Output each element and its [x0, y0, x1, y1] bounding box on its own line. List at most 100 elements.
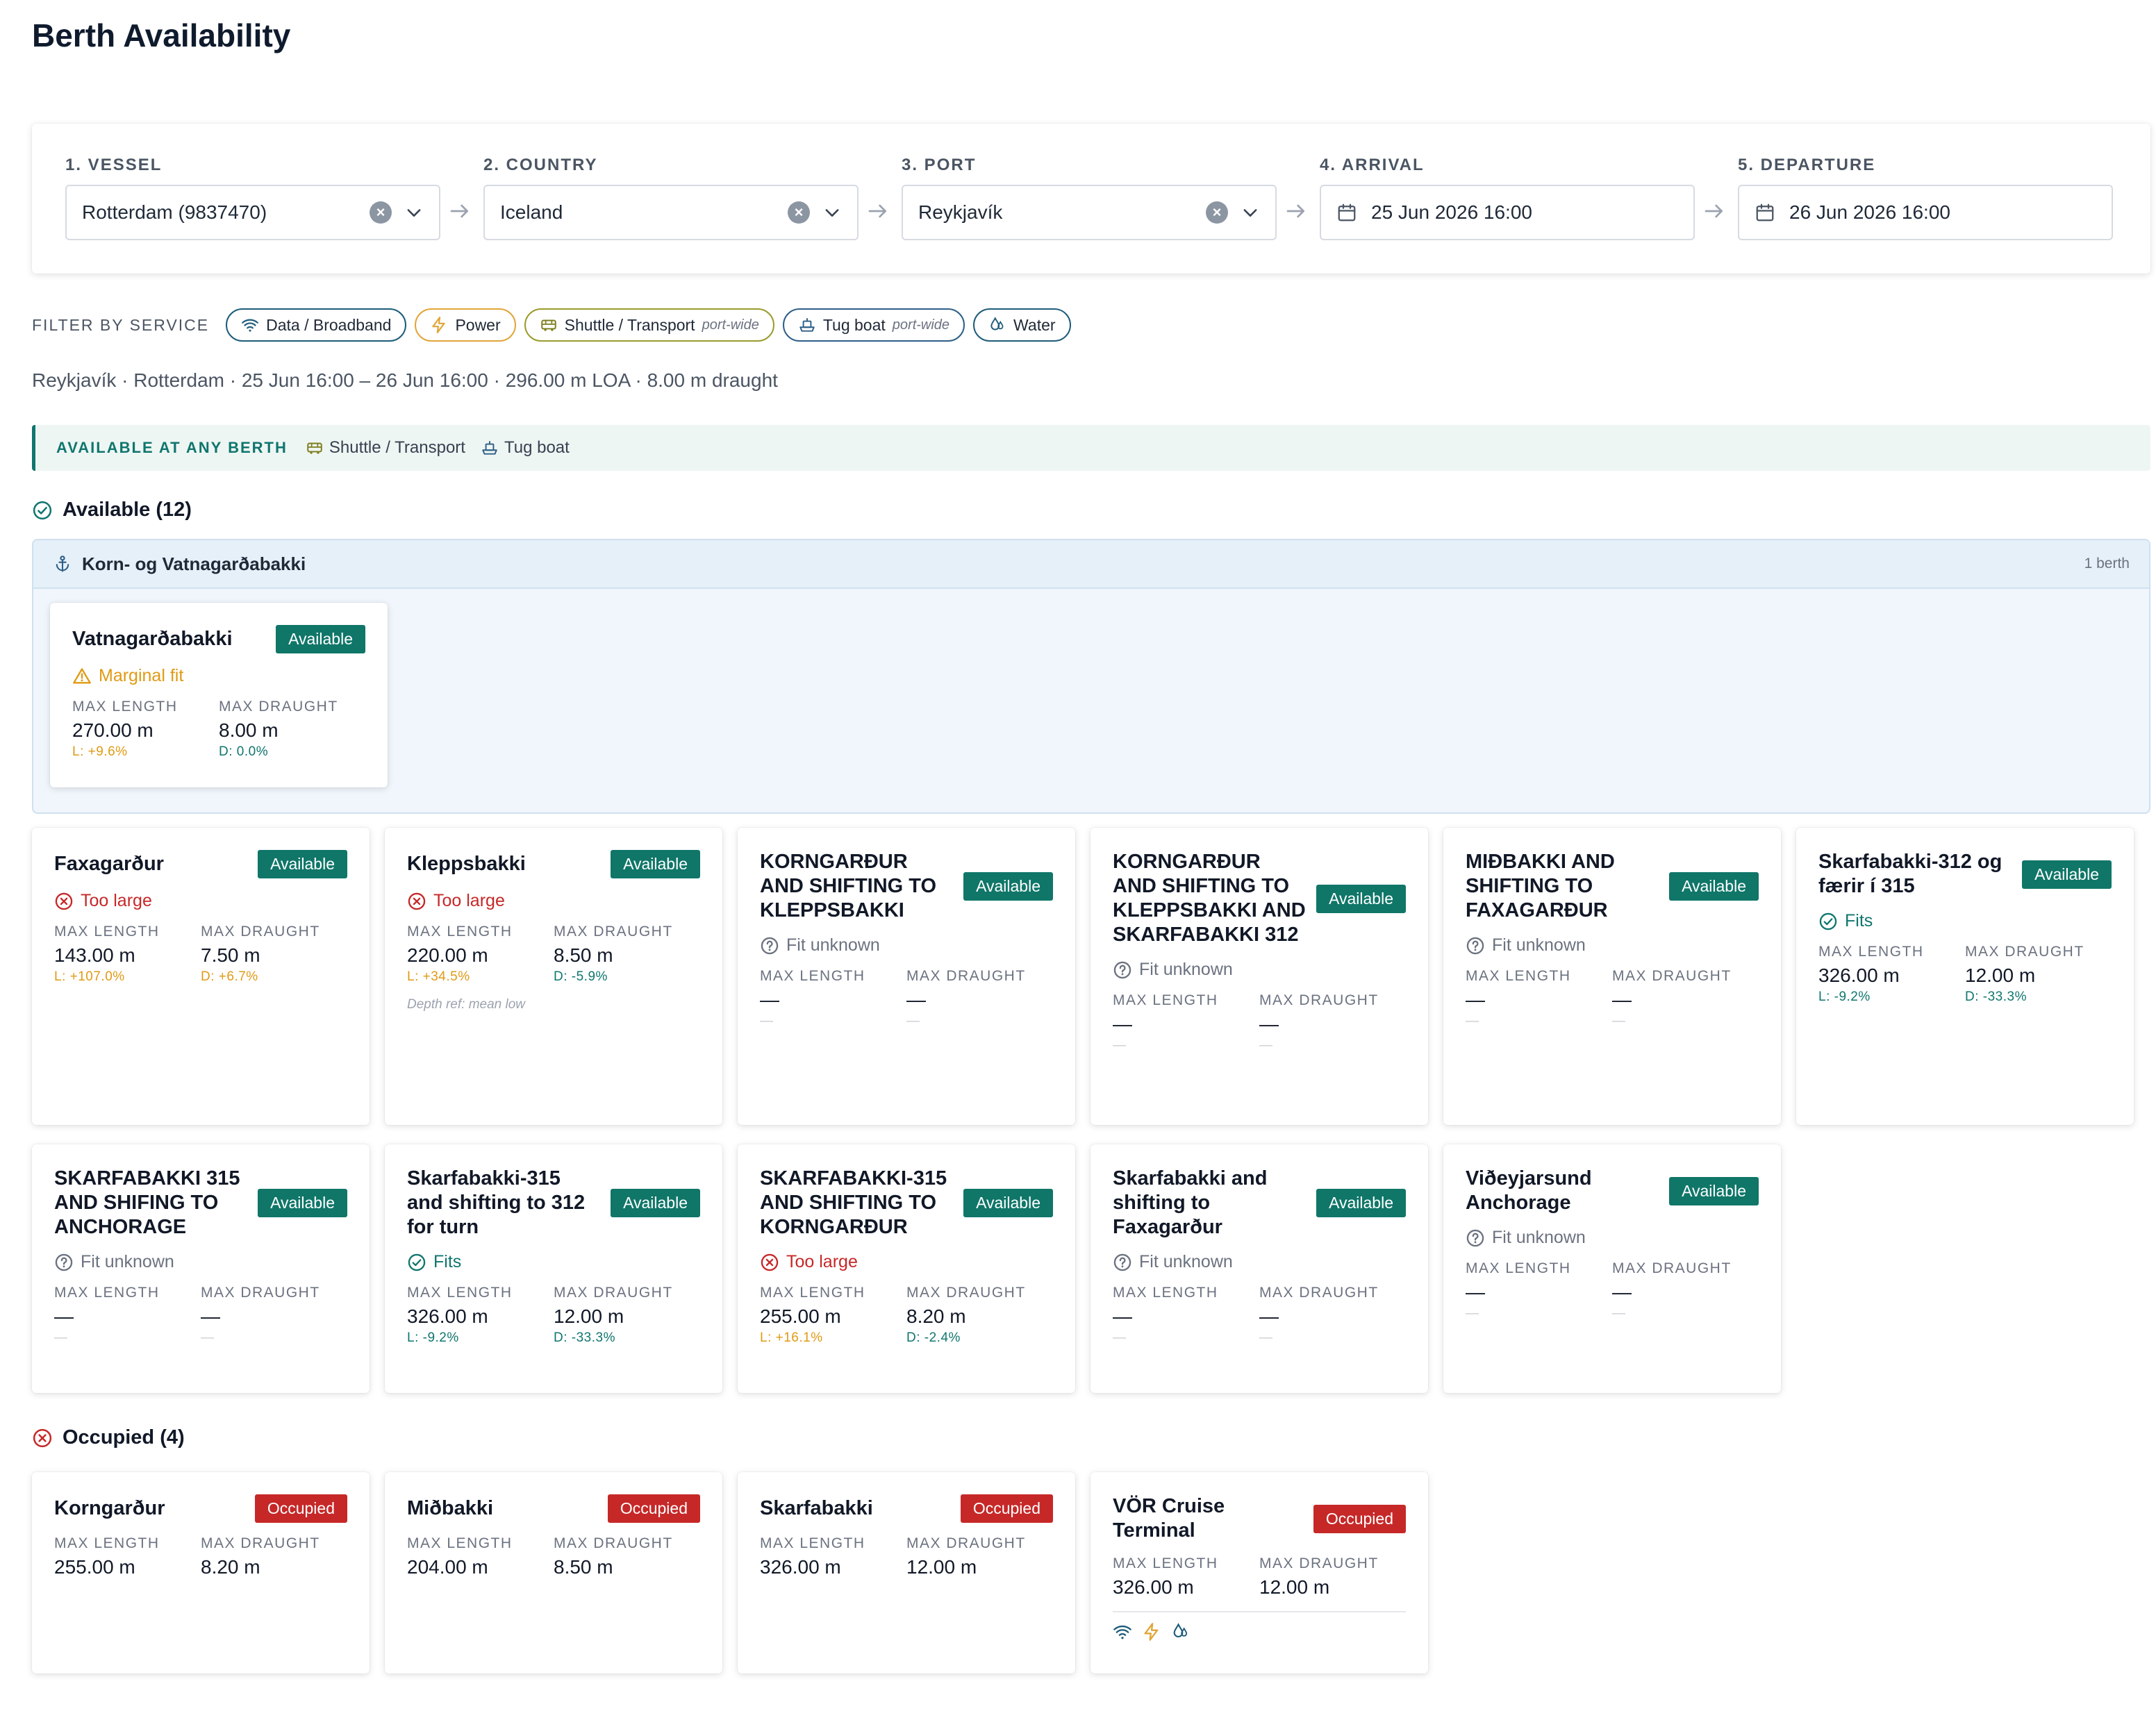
length-delta: L: -9.2% [407, 1330, 459, 1345]
berth-card[interactable]: SKARFABAKKI-315 AND SHIFTING TO KORNGARÐ… [738, 1144, 1075, 1393]
fit-label: Fit unknown [1492, 1228, 1586, 1247]
bus-icon [540, 316, 558, 334]
country-select[interactable]: Iceland × [483, 185, 859, 240]
berth-card[interactable]: Skarfabakki-315 and shifting to 312 for … [385, 1144, 722, 1393]
status-badge: Available [258, 850, 347, 878]
metric-value: 326.00 m [760, 1556, 841, 1578]
arrow-right-icon [867, 200, 889, 222]
draught-delta: — [201, 1330, 215, 1345]
status-badge: Available [1316, 884, 1406, 913]
available-at-any-berth-banner: AVAILABLE AT ANY BERTH Shuttle / Transpo… [32, 425, 2150, 471]
filter-chip-water[interactable]: Water [973, 308, 1071, 342]
warning-icon [72, 667, 92, 686]
occupied-section-heading: Occupied (4) [32, 1426, 185, 1449]
max-draught: MAX DRAUGHT — — [1259, 1285, 1406, 1346]
occupied-berth-card[interactable]: VÖR Cruise Terminal Occupied MAX LENGTH 32… [1091, 1472, 1428, 1674]
max-length: MAX LENGTH — — [54, 1285, 201, 1346]
max-length: MAX LENGTH 255.00 m [54, 1535, 201, 1578]
status-badge: Occupied [254, 1494, 347, 1523]
water-drop-icon [1171, 1622, 1191, 1642]
berth-card[interactable]: Vatnagarðabakki Available Marginal fit MA… [50, 603, 388, 787]
question-circle-icon [760, 936, 779, 955]
metric-label: MAX LENGTH [407, 924, 513, 940]
metric-label: MAX DRAUGHT [1612, 1260, 1732, 1276]
berth-card[interactable]: Skarfabakki and shifting to Faxagarður Av… [1091, 1144, 1428, 1393]
departure-datetime-field[interactable]: 26 Jun 2026 16:00 [1738, 185, 2113, 240]
check-circle-icon [407, 1253, 426, 1272]
metric-label: MAX DRAUGHT [201, 1535, 320, 1551]
metric-value: — [1612, 1281, 1632, 1303]
chevron-down-icon[interactable] [1241, 203, 1260, 222]
x-circle-icon [407, 892, 426, 911]
berth-card[interactable]: MIÐBAKKI AND SHIFTING TO FAXAGARÐUR Avail… [1443, 828, 1781, 1125]
filter-chip-tug-boat[interactable]: Tug boat port-wide [782, 308, 965, 342]
berth-card[interactable]: SKARFABAKKI 315 AND SHIFING TO ANCHORAGE… [32, 1144, 370, 1393]
metric-value: 255.00 m [760, 1305, 841, 1327]
berth-group-header[interactable]: Korn- og Vatnagarðabakki 1 berth [33, 540, 2149, 589]
arrival-label: 4. ARRIVAL [1320, 156, 1425, 174]
berth-card[interactable]: KORNGARÐUR AND SHIFTING TO KLEPPSBAKKI Av… [738, 828, 1075, 1125]
metric-label: MAX LENGTH [760, 968, 865, 984]
occupied-berth-card[interactable]: Miðbakki Occupied MAX LENGTH 204.00 m MAX … [385, 1472, 722, 1674]
check-circle-icon [32, 500, 53, 521]
chevron-down-icon[interactable] [822, 203, 842, 222]
metric-label: MAX LENGTH [54, 924, 160, 940]
berth-card[interactable]: Faxagarður Available Too large MAX LENGTH… [32, 828, 370, 1125]
metric-value: 12.00 m [554, 1305, 624, 1327]
metric-label: MAX LENGTH [54, 1535, 160, 1551]
arrival-datetime-field[interactable]: 25 Jun 2026 16:00 [1320, 185, 1695, 240]
clear-country-icon[interactable]: × [788, 201, 810, 224]
metric-label: MAX DRAUGHT [906, 968, 1026, 984]
port-wide-note: port-wide [702, 317, 759, 333]
fit-indicator: Too large [407, 891, 700, 911]
metric-value: 12.00 m [906, 1556, 977, 1578]
fit-label: Too large [786, 1252, 858, 1271]
fit-indicator: Fit unknown [1113, 1252, 1406, 1272]
metric-label: MAX LENGTH [760, 1535, 865, 1551]
max-draught: MAX DRAUGHT 12.00 m [1259, 1555, 1406, 1599]
metric-value: — [906, 989, 926, 1010]
banner-item-shuttle: Shuttle / Transport [306, 438, 465, 458]
length-delta: — [1113, 1330, 1127, 1345]
wifi-icon [1113, 1622, 1132, 1642]
max-length: MAX LENGTH — — [1466, 1260, 1612, 1321]
length-delta: — [760, 1014, 774, 1028]
metric-label: MAX LENGTH [1113, 1555, 1218, 1571]
berth-card[interactable]: KORNGARÐUR AND SHIFTING TO KLEPPSBAKKI A… [1091, 828, 1428, 1125]
filter-chip-data[interactable]: Data / Broadband [226, 308, 407, 342]
x-circle-icon [32, 1428, 53, 1449]
departure-step: 5. DEPARTURE 26 Jun 2026 16:00 [1738, 156, 2113, 240]
fit-label: Too large [433, 891, 505, 910]
port-select[interactable]: Reykjavík × [902, 185, 1277, 240]
metric-value: — [1612, 989, 1632, 1010]
berth-card[interactable]: Skarfabakki-312 og færir í 315 Available … [1796, 828, 2134, 1125]
arrow-right-icon [449, 200, 471, 222]
clear-port-icon[interactable]: × [1206, 201, 1228, 224]
max-draught: MAX DRAUGHT 12.00 m D: -33.3% [1965, 944, 2112, 1005]
filter-chip-power[interactable]: Power [415, 308, 516, 342]
departure-value: 26 Jun 2026 16:00 [1789, 201, 1950, 223]
max-length: MAX LENGTH 204.00 m [407, 1535, 554, 1578]
berth-name: SKARFABAKKI 315 AND SHIFING TO ANCHORAGE [54, 1167, 240, 1238]
length-delta: L: +107.0% [54, 969, 125, 984]
filter-chip-shuttle[interactable]: Shuttle / Transport port-wide [524, 308, 774, 342]
chevron-down-icon[interactable] [404, 203, 424, 222]
berth-card[interactable]: Kleppsbakki Available Too large MAX LENGT… [385, 828, 722, 1125]
country-value: Iceland [500, 201, 563, 223]
fit-indicator: Fit unknown [760, 935, 1053, 955]
max-draught: MAX DRAUGHT 8.50 m D: -5.9% [554, 924, 700, 985]
occupied-berth-card[interactable]: Skarfabakki Occupied MAX LENGTH 326.00 m M… [738, 1472, 1075, 1674]
vessel-select[interactable]: Rotterdam (9837470) × [65, 185, 440, 240]
occupied-heading-text: Occupied (4) [63, 1426, 185, 1449]
service-filter: FILTER BY SERVICE Data / Broadband Power… [32, 307, 1079, 343]
berth-card[interactable]: Viðeyjarsund Anchorage Available Fit unkn… [1443, 1144, 1781, 1393]
metric-label: MAX DRAUGHT [1259, 1555, 1379, 1571]
question-circle-icon [1113, 1253, 1132, 1272]
banner-item-label: Shuttle / Transport [329, 438, 465, 457]
clear-vessel-icon[interactable]: × [370, 201, 392, 224]
metric-label: MAX LENGTH [407, 1535, 513, 1551]
status-badge: Available [611, 850, 700, 878]
occupied-berth-card[interactable]: Korngarður Occupied MAX LENGTH 255.00 m MA… [32, 1472, 370, 1674]
banner-item-tug-boat: Tug boat [481, 438, 570, 458]
metric-label: MAX DRAUGHT [201, 1285, 320, 1301]
